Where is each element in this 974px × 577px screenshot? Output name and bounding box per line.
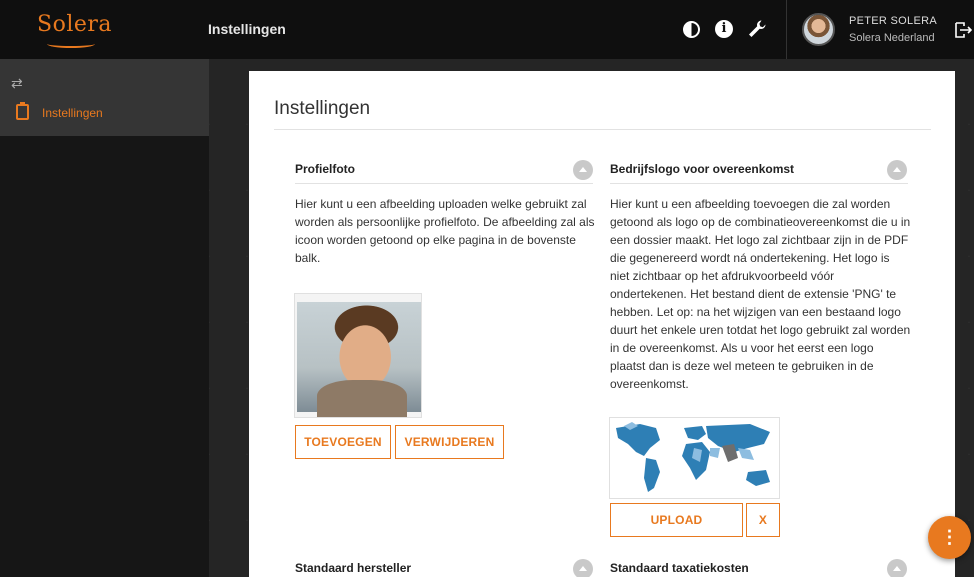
sidebar-item-instellingen[interactable]: Instellingen (0, 101, 209, 127)
profielfoto-divider (295, 183, 593, 184)
remove-logo-button[interactable]: X (746, 503, 780, 537)
bedrijfslogo-divider (610, 183, 908, 184)
upload-logo-button[interactable]: UPLOAD (610, 503, 743, 537)
collapse-bedrijfslogo-button[interactable] (887, 160, 907, 180)
user-name[interactable]: PETER SOLERA (849, 15, 937, 27)
taxatiekosten-title: Standaard taxatiekosten (610, 561, 749, 575)
solera-logo[interactable]: Solera (37, 12, 112, 37)
profielfoto-title: Profielfoto (295, 162, 355, 176)
bedrijfslogo-description: Hier kunt u een afbeelding toevoegen die… (610, 197, 911, 391)
user-organisation: Solera Nederland (849, 32, 935, 44)
logout-icon[interactable] (954, 20, 972, 40)
contrast-icon[interactable] (681, 19, 701, 39)
hersteller-title: Standaard hersteller (295, 561, 412, 575)
top-bar: Solera Instellingen i PETER SOLERA Soler… (0, 0, 974, 59)
wrench-icon[interactable] (747, 19, 767, 39)
remove-photo-button[interactable]: VERWIJDEREN (395, 425, 504, 459)
swap-arrows-icon[interactable]: ⇄ (11, 75, 23, 92)
sidebar-header: ⇄ Instellingen (0, 59, 209, 136)
collapse-taxatiekosten-button[interactable] (887, 559, 907, 577)
company-logo-preview (609, 417, 780, 499)
settings-card: Instellingen Profielfoto Hier kunt u een… (249, 71, 955, 577)
profielfoto-description: Hier kunt u een afbeelding uploaden welk… (295, 197, 595, 265)
world-map-image (610, 418, 779, 498)
clipboard-icon (16, 102, 29, 120)
sidebar: ⇄ Instellingen (0, 59, 209, 577)
profile-photo-preview (294, 293, 422, 418)
sidebar-item-label: Instellingen (42, 106, 103, 120)
user-avatar[interactable] (802, 13, 835, 46)
info-icon[interactable]: i (714, 19, 734, 39)
logo-swoosh (47, 40, 95, 48)
more-options-button[interactable]: ⋮ (928, 516, 971, 559)
app-title: Instellingen (208, 21, 286, 37)
title-divider (274, 129, 931, 130)
collapse-hersteller-button[interactable] (573, 559, 593, 577)
profile-photo (297, 302, 421, 417)
collapse-profielfoto-button[interactable] (573, 160, 593, 180)
topbar-divider (786, 0, 787, 59)
add-photo-button[interactable]: TOEVOEGEN (295, 425, 391, 459)
page-title: Instellingen (274, 98, 371, 119)
bedrijfslogo-title: Bedrijfslogo voor overeenkomst (610, 162, 795, 176)
